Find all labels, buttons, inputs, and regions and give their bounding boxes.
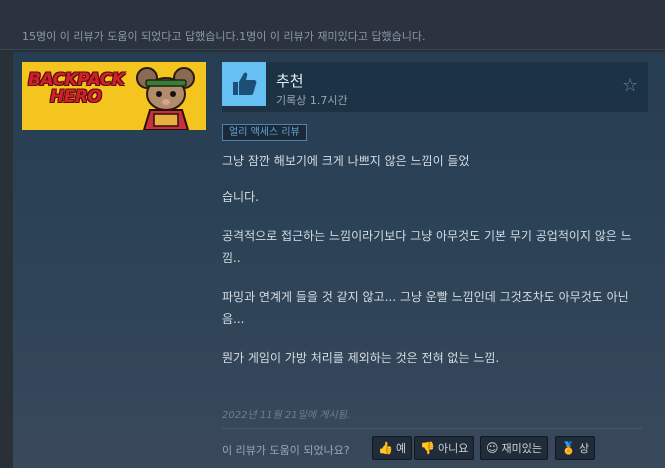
vote-yes-label: 예 [395, 442, 407, 455]
smiley-icon: ☺ [486, 441, 499, 455]
review-paragraph: 습니다. [222, 190, 259, 204]
posted-date: 2022년 11월 21일에 게시됨. [222, 410, 351, 421]
playtime-hours: 기록상 1.7시간 [276, 94, 348, 107]
helpful-summary: 15명이 이 리뷰가 도움이 되었다고 답했습니다.1명이 이 리뷰가 재미있다… [22, 30, 426, 43]
review-body: 그냥 잠깐 해보기에 크게 나쁘지 않은 느낌이 들었 습니다. 공격적으로 접… [222, 150, 642, 386]
vote-funny-label: 재미있는 [501, 442, 542, 455]
review-paragraph: 공격적으로 접근하는 느낌이라기보다 그냥 아무것도 기본 무기 공업적이지 않… [222, 229, 632, 265]
vote-no-button[interactable]: 👎 아니요 [414, 436, 475, 460]
thumbs-up-icon [222, 62, 266, 106]
vote-no-label: 아니요 [437, 442, 469, 455]
game-banner[interactable]: BACKPACK HERO [22, 62, 206, 130]
thumbs-up-icon: 👍 [378, 441, 393, 455]
mouse-mascot-icon [136, 67, 195, 130]
game-logo: BACKPACK HERO [28, 72, 125, 107]
early-access-badge: 얼리 액세스 리뷰 [222, 124, 307, 141]
thumbs-down-icon: 👎 [420, 441, 435, 455]
award-button[interactable]: 🏅 상 [555, 436, 596, 460]
helpful-question: 이 리뷰가 도움이 되었나요? [222, 444, 350, 457]
recommendation-label: 추천 [276, 72, 304, 90]
award-label: 상 [578, 442, 590, 455]
review-paragraph: 파밍과 연계게 들을 것 같지 않고... 그냥 운빨 느낌인데 그것조차도 아… [222, 290, 629, 326]
divider [222, 428, 642, 429]
game-logo-line2: HERO [50, 87, 102, 107]
review-paragraph: 그냥 잠깐 해보기에 크게 나쁘지 않은 느낌이 들었 [222, 154, 470, 168]
star-outline-icon[interactable]: ☆ [622, 75, 638, 96]
review-paragraph: 뭔가 게임이 가방 처리를 제외하는 것은 전혀 없는 느낌. [222, 351, 500, 365]
vote-funny-button[interactable]: ☺ 재미있는 [480, 436, 548, 460]
vote-yes-button[interactable]: 👍 예 [372, 436, 413, 460]
award-medal-icon: 🏅 [561, 441, 576, 455]
